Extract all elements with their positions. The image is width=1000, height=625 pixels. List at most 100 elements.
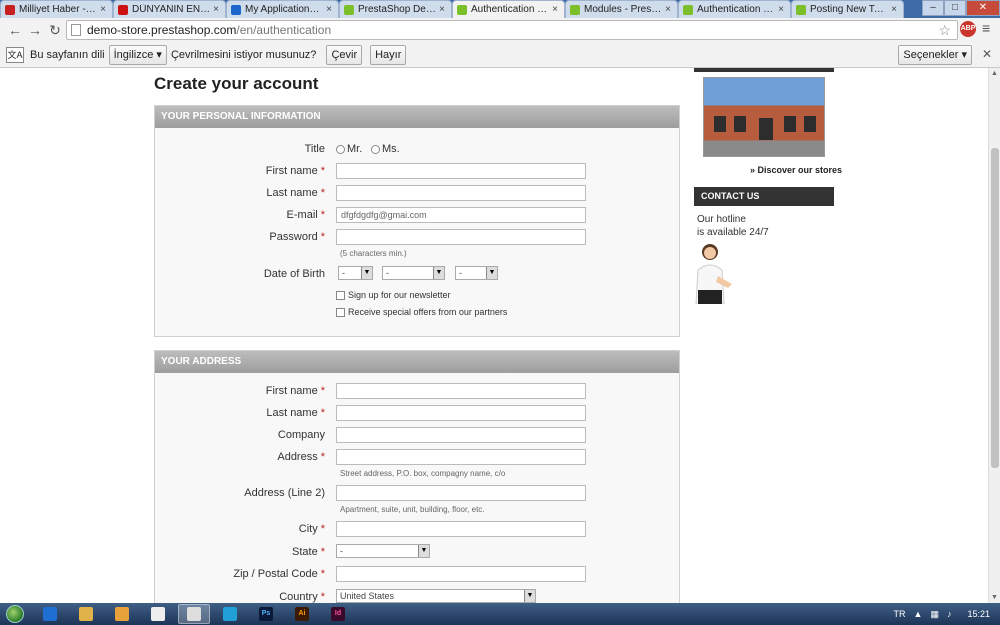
address-input[interactable] bbox=[336, 449, 586, 465]
required-mark: * bbox=[320, 568, 325, 580]
state-text: State bbox=[292, 546, 318, 558]
newsletter-row[interactable]: Sign up for our newsletter bbox=[336, 289, 636, 305]
discover-stores-link[interactable]: » Discover our stores bbox=[750, 165, 842, 175]
browser-tab[interactable]: My Applications (4) × bbox=[226, 0, 339, 18]
last-name-input[interactable] bbox=[336, 185, 586, 201]
scroll-down-icon[interactable]: ▼ bbox=[991, 594, 998, 601]
translate-bar: 文A Bu sayfanın dili İngilizce ▾ Çevrilme… bbox=[0, 42, 1000, 68]
taskbar-app-ps[interactable]: Ps bbox=[250, 604, 282, 624]
minimize-button[interactable]: – bbox=[922, 0, 944, 16]
newsletter-checkbox[interactable] bbox=[336, 290, 345, 300]
dropdown-arrow-icon: ▼ bbox=[418, 545, 429, 557]
dob-day-select[interactable]: - ▼ bbox=[338, 266, 373, 280]
window-close-button[interactable]: ✕ bbox=[966, 0, 1000, 16]
zip-input[interactable] bbox=[336, 566, 586, 582]
translate-bar-close-icon[interactable]: ✕ bbox=[982, 47, 992, 61]
dropdown-arrow-icon: ▼ bbox=[433, 267, 444, 279]
hotline-text-1: Our hotline bbox=[697, 214, 746, 225]
offers-row[interactable]: Receive special offers from our partners bbox=[336, 306, 636, 322]
forward-icon[interactable]: → bbox=[26, 21, 44, 39]
browser-tab[interactable]: Posting New Topic × bbox=[791, 0, 904, 18]
scrollbar-thumb[interactable] bbox=[991, 148, 999, 468]
first-name-input[interactable] bbox=[336, 163, 586, 179]
language-indicator[interactable]: TR bbox=[894, 609, 906, 619]
browser-tab[interactable]: Authentication - M × bbox=[678, 0, 791, 18]
tab-close-icon[interactable]: × bbox=[211, 4, 221, 15]
tab-close-icon[interactable]: × bbox=[437, 4, 447, 15]
offers-checkbox[interactable] bbox=[336, 307, 345, 317]
required-mark: * bbox=[320, 187, 325, 199]
tab-label: Authentication - M bbox=[697, 4, 776, 15]
radio-ms-icon[interactable] bbox=[371, 144, 380, 154]
address-hint: Street address, P.O. box, compagny name,… bbox=[340, 469, 506, 478]
city-input[interactable] bbox=[336, 521, 586, 537]
email-input[interactable]: dfgfdgdfg@gmai.com bbox=[336, 207, 586, 223]
taskbar-app-id[interactable]: Id bbox=[322, 604, 354, 624]
bookmark-star-icon[interactable]: ☆ bbox=[938, 22, 951, 39]
tab-favicon-icon bbox=[570, 4, 580, 15]
addr-first-name-label: First name * bbox=[266, 385, 325, 397]
taskbar-app-notes[interactable] bbox=[142, 604, 174, 624]
volume-icon[interactable]: ♪ bbox=[947, 609, 952, 619]
taskbar-app-ai[interactable]: Ai bbox=[286, 604, 318, 624]
scroll-up-icon[interactable]: ▲ bbox=[991, 70, 998, 77]
dob-year-select[interactable]: - ▼ bbox=[455, 266, 498, 280]
browser-tab[interactable]: Milliyet Haber - En S× bbox=[0, 0, 113, 18]
addr-last-name-input[interactable] bbox=[336, 405, 586, 421]
tab-close-icon[interactable]: × bbox=[98, 4, 108, 15]
language-select[interactable]: İngilizce ▾ bbox=[108, 44, 167, 65]
password-input[interactable] bbox=[336, 229, 586, 245]
tab-close-icon[interactable]: × bbox=[550, 4, 560, 15]
tab-close-icon[interactable]: × bbox=[776, 4, 786, 15]
company-input[interactable] bbox=[336, 427, 586, 443]
addr-first-name-text: First name bbox=[265, 385, 318, 397]
clock[interactable]: 15:21 bbox=[967, 609, 990, 619]
translate-options-button[interactable]: Seçenekler ▾ bbox=[898, 45, 972, 65]
dob-day-value: - bbox=[342, 268, 345, 278]
page-scrollbar[interactable]: ▲ ▼ bbox=[988, 68, 1000, 603]
radio-mr-icon[interactable] bbox=[336, 144, 345, 154]
browser-tab[interactable]: Authentication - Pr × bbox=[452, 0, 565, 18]
network-icon[interactable]: ▦ bbox=[930, 609, 939, 620]
translate-button[interactable]: Çevir bbox=[326, 44, 363, 65]
taskbar-app-ie[interactable] bbox=[34, 604, 66, 624]
title-radio-mr[interactable]: Mr. bbox=[336, 143, 362, 155]
tab-close-icon[interactable]: × bbox=[324, 4, 334, 15]
browser-tab[interactable]: DÜNYANIN EN DUY× bbox=[113, 0, 226, 18]
tray-arrow-icon[interactable]: ▲ bbox=[914, 609, 923, 619]
state-select[interactable]: - ▼ bbox=[336, 544, 430, 558]
password-label: Password * bbox=[269, 231, 325, 243]
addr-first-name-input[interactable] bbox=[336, 383, 586, 399]
reload-icon[interactable]: ↻ bbox=[46, 21, 64, 39]
title-row: Title Mr. Ms. bbox=[155, 141, 681, 157]
taskbar-app-media[interactable] bbox=[106, 604, 138, 624]
url-path: /en/authentication bbox=[236, 23, 332, 37]
maximize-button[interactable]: □ bbox=[944, 0, 966, 16]
start-button[interactable] bbox=[0, 603, 30, 625]
address-bar[interactable]: demo-store.prestashop.com/en/authenticat… bbox=[66, 20, 958, 40]
browser-tab[interactable]: Modules - PrestaSho× bbox=[565, 0, 678, 18]
tab-favicon-icon bbox=[5, 4, 15, 15]
store-photo[interactable] bbox=[703, 77, 825, 157]
taskbar-app-explorer[interactable] bbox=[70, 604, 102, 624]
back-icon[interactable]: ← bbox=[6, 21, 24, 39]
language-label: İngilizce bbox=[113, 48, 154, 61]
chrome-menu-icon[interactable]: ≡ bbox=[982, 20, 990, 36]
taskbar-app-chrome[interactable] bbox=[178, 604, 210, 624]
city-text: City bbox=[298, 523, 318, 535]
title-radio-ms[interactable]: Ms. bbox=[371, 143, 400, 155]
dropdown-arrow-icon: ▼ bbox=[486, 267, 497, 279]
dob-month-select[interactable]: - ▼ bbox=[382, 266, 445, 280]
adblock-extension-icon[interactable]: ABP bbox=[960, 21, 976, 37]
tab-close-icon[interactable]: × bbox=[889, 4, 899, 15]
address2-input[interactable] bbox=[336, 485, 586, 501]
no-translate-button[interactable]: Hayır bbox=[370, 44, 407, 65]
browser-tab[interactable]: PrestaShop Demo -× bbox=[339, 0, 452, 18]
password-row: Password * bbox=[155, 229, 681, 245]
required-mark: * bbox=[320, 523, 325, 535]
addr-last-name-row: Last name * bbox=[155, 405, 681, 421]
country-select[interactable]: United States ▼ bbox=[336, 589, 536, 603]
offers-label: Receive special offers from our partners bbox=[348, 307, 508, 317]
taskbar-app-skype[interactable] bbox=[214, 604, 246, 624]
tab-close-icon[interactable]: × bbox=[663, 4, 673, 15]
